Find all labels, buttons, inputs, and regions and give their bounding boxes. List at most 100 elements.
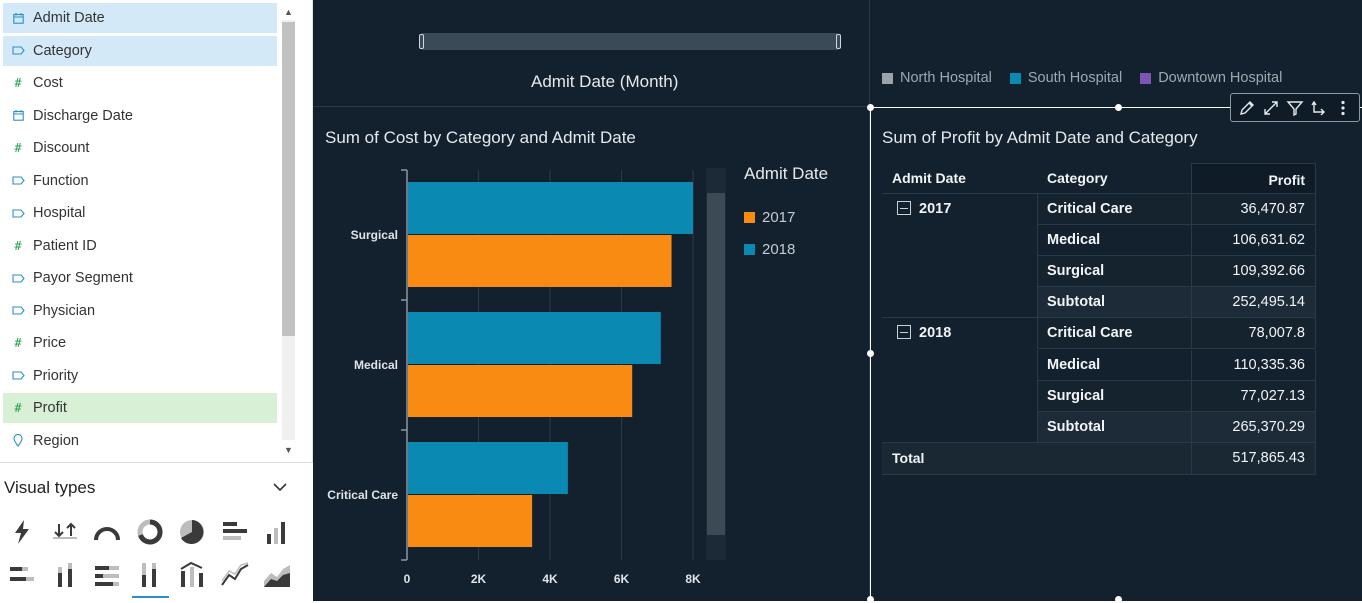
pie-icon[interactable] — [176, 516, 208, 548]
collapse-icon[interactable] — [897, 201, 911, 215]
legend-swatch — [744, 244, 755, 255]
chart-scrollbar[interactable] — [706, 168, 726, 560]
category-cell: Critical Care — [1037, 194, 1191, 226]
scroll-up-icon[interactable]: ▲ — [283, 6, 294, 18]
category-cell: Medical — [1037, 349, 1191, 381]
field-item[interactable]: Category — [3, 35, 277, 66]
field-label: Profit — [33, 400, 67, 416]
vertical-stacked-bar-icon[interactable] — [49, 559, 81, 591]
legend-item[interactable]: 2017 — [744, 209, 795, 226]
bar-chart[interactable]: 0 2K 4K 6K 8K Surgical Medical Critical Care — [313, 160, 708, 600]
resize-handle[interactable] — [867, 350, 874, 357]
field-list-scrollbar[interactable]: ▲ ▼ — [280, 2, 297, 458]
bar-2018 — [408, 312, 661, 364]
hospital-legend-item[interactable]: North Hospital — [882, 70, 992, 86]
field-label: Category — [33, 42, 92, 59]
subtotal-label: Subtotal — [1037, 287, 1191, 319]
resize-handle[interactable] — [867, 596, 874, 603]
x-tick-label: 4K — [542, 572, 558, 586]
bar-2017 — [408, 365, 633, 417]
field-label: Hospital — [33, 205, 86, 221]
filter-icon[interactable] — [1286, 99, 1304, 117]
scroll-down-icon[interactable]: ▼ — [283, 444, 294, 456]
hospital-legend: North Hospital South Hospital Downtown Hos… — [882, 70, 1300, 86]
chevron-down-icon[interactable] — [272, 481, 288, 493]
slider-start-handle[interactable] — [419, 34, 424, 49]
divider — [313, 106, 869, 107]
autograph-icon[interactable] — [6, 516, 38, 548]
dimension-tag-icon — [3, 46, 33, 55]
field-item[interactable]: # Price — [3, 328, 277, 358]
vertical-stacked-100-bar-icon[interactable] — [131, 559, 169, 598]
horizontal-stacked-bar-icon[interactable] — [6, 559, 38, 591]
vertical-bar-icon[interactable] — [261, 516, 293, 548]
resize-handle[interactable] — [1115, 104, 1122, 111]
field-item[interactable]: Function — [3, 166, 277, 196]
subtotal-value: 265,370.29 — [1191, 411, 1316, 443]
legend-label: North Hospital — [900, 70, 992, 86]
field-item[interactable]: # Cost — [3, 68, 277, 98]
chart-title: Sum of Cost by Category and Admit Date — [325, 128, 636, 147]
bar-2017 — [408, 235, 672, 287]
profit-cell: 110,335.36 — [1191, 349, 1316, 381]
profit-cell: 36,470.87 — [1191, 194, 1316, 226]
measure-hash-icon: # — [14, 76, 22, 90]
y-category-label: Medical — [354, 358, 398, 372]
horizontal-stacked-100-bar-icon[interactable] — [91, 559, 123, 591]
location-pin-icon — [3, 434, 33, 447]
horizontal-bar-icon[interactable] — [219, 516, 251, 548]
field-item[interactable]: # Discount — [3, 133, 277, 163]
date-range-slider[interactable] — [419, 33, 841, 50]
profit-cell: 77,027.13 — [1191, 380, 1316, 412]
subtotal-label: Subtotal — [1037, 411, 1191, 443]
field-item[interactable]: Discharge Date — [3, 101, 277, 131]
field-item[interactable]: Priority — [3, 361, 277, 391]
field-label: Region — [33, 432, 79, 449]
field-label: Function — [33, 172, 89, 189]
more-icon[interactable] — [1334, 99, 1352, 117]
field-label: Price — [33, 335, 67, 351]
dimension-tag-icon — [3, 273, 33, 283]
expand-icon[interactable] — [1262, 99, 1280, 117]
filter-control-label: Admit Date (Month) — [531, 72, 679, 91]
hospital-legend-item[interactable]: Downtown Hospital — [1140, 70, 1282, 86]
drill-icon[interactable] — [1310, 99, 1328, 117]
scroll-thumb[interactable] — [282, 22, 295, 336]
visual-types-panel: Visual types — [0, 462, 313, 601]
column-header[interactable]: Profit — [1191, 163, 1316, 194]
hospital-legend-item[interactable]: South Hospital — [1009, 70, 1122, 86]
measure-hash-icon: # — [14, 336, 22, 350]
kpi-icon[interactable] — [49, 516, 81, 548]
field-item[interactable]: Physician — [3, 296, 277, 326]
field-item[interactable]: # Patient ID — [3, 231, 277, 261]
field-item[interactable]: Region — [3, 426, 277, 456]
area-chart-icon[interactable] — [261, 559, 293, 591]
field-item[interactable]: # Profit — [3, 393, 277, 423]
line-chart-icon[interactable] — [219, 559, 251, 591]
field-item[interactable]: Admit Date — [3, 3, 277, 33]
gauge-icon[interactable] — [91, 516, 123, 548]
edit-icon[interactable] — [1238, 99, 1256, 117]
column-header[interactable]: Category — [1037, 163, 1191, 194]
dimension-tag-icon — [3, 306, 33, 315]
category-cell: Surgical — [1037, 380, 1191, 412]
donut-icon[interactable] — [134, 516, 166, 548]
profit-cell: 106,631.62 — [1191, 225, 1316, 257]
collapse-icon[interactable] — [897, 325, 911, 340]
dimension-tag-icon — [3, 176, 33, 185]
category-cell: Medical — [1037, 225, 1191, 257]
profit-cell: 109,392.66 — [1191, 256, 1316, 288]
column-header[interactable]: Admit Date — [882, 163, 1037, 194]
calendar-icon — [3, 110, 33, 121]
field-item[interactable]: Hospital — [3, 198, 277, 228]
chart-scroll-thumb[interactable] — [707, 193, 725, 535]
field-label: Cost — [33, 75, 63, 91]
field-item[interactable]: Payor Segment — [3, 263, 277, 293]
legend-item[interactable]: 2018 — [744, 241, 795, 258]
resize-handle[interactable] — [1115, 596, 1122, 603]
slider-end-handle[interactable] — [836, 34, 841, 49]
visual-types-title: Visual types — [4, 478, 96, 497]
combo-chart-icon[interactable] — [176, 559, 208, 591]
resize-handle[interactable] — [867, 104, 874, 111]
x-tick-label: 6K — [614, 572, 630, 586]
